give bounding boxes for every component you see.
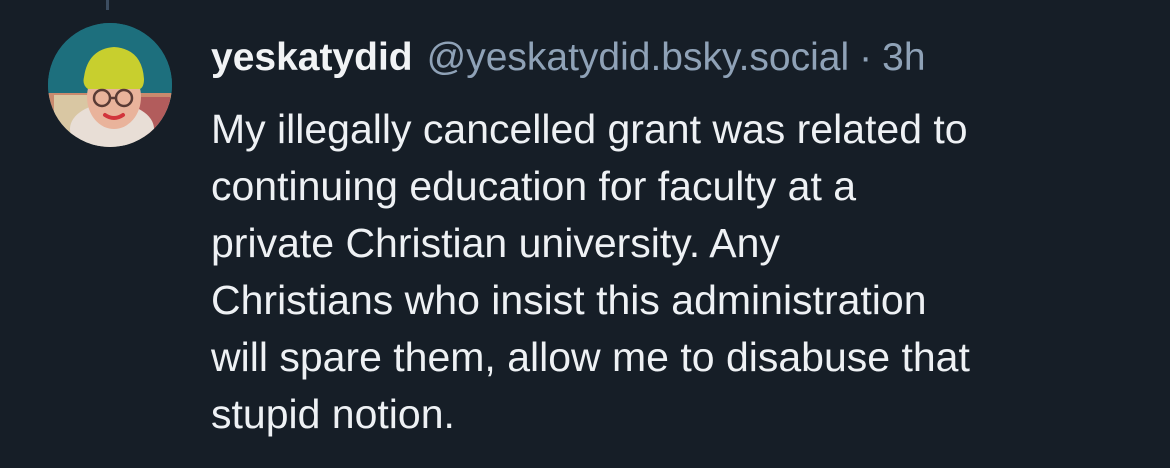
author-display-name[interactable]: yeskatydid	[211, 30, 413, 86]
meta-separator: ·	[859, 36, 873, 79]
post-header: yeskatydid @yeskatydid.bsky.social · 3h	[211, 30, 926, 86]
avatar[interactable]	[48, 23, 172, 147]
post-text: My illegally cancelled grant was related…	[211, 106, 970, 437]
post-card[interactable]: yeskatydid @yeskatydid.bsky.social · 3h …	[0, 0, 1170, 468]
avatar-image	[48, 23, 172, 147]
post-timestamp[interactable]: 3h	[882, 30, 925, 86]
author-handle[interactable]: @yeskatydid.bsky.social	[427, 30, 850, 86]
